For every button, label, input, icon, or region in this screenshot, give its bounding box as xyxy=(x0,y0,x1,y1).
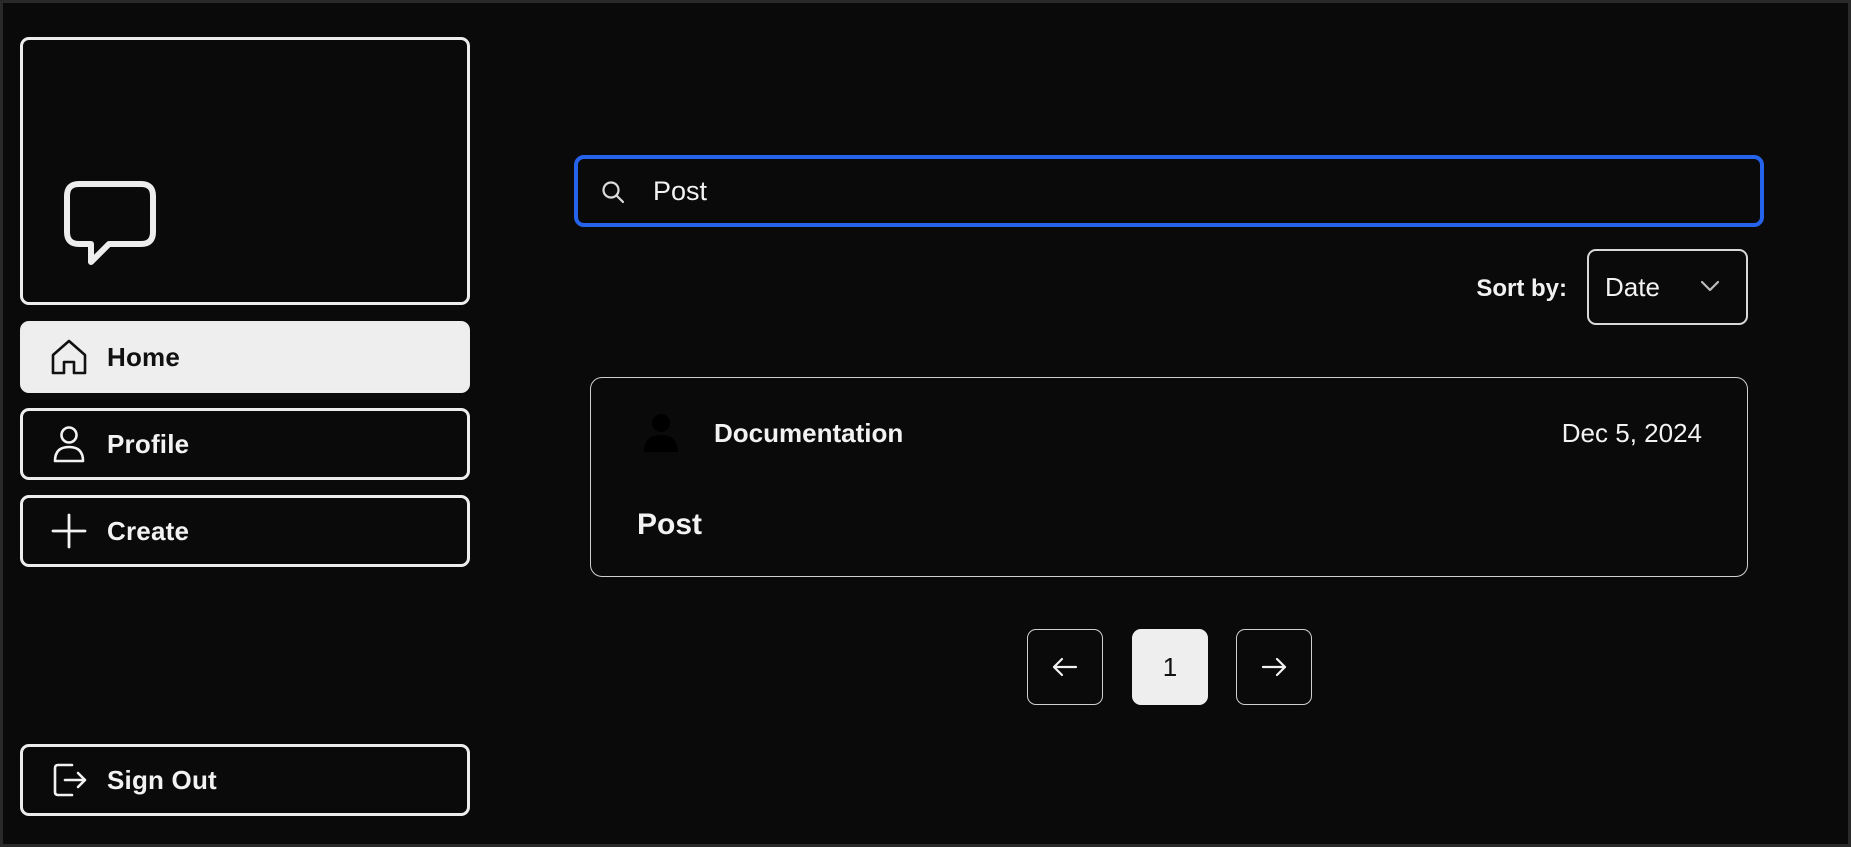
sidebar-item-profile[interactable]: Profile xyxy=(20,408,470,480)
sign-out-button[interactable]: Sign Out xyxy=(20,744,470,816)
page-number-label: 1 xyxy=(1162,651,1178,682)
previous-page-button[interactable] xyxy=(1027,629,1103,705)
post-author[interactable]: Documentation xyxy=(714,418,903,449)
search-input[interactable] xyxy=(653,171,1733,211)
sidebar-item-label: Home xyxy=(107,341,181,372)
plus-icon xyxy=(48,510,90,552)
sort-selected-value: Date xyxy=(1605,271,1660,302)
arrow-right-icon xyxy=(1261,657,1287,677)
sidebar-item-label: Profile xyxy=(107,428,190,459)
next-page-button[interactable] xyxy=(1236,629,1312,705)
chevron-down-icon xyxy=(1700,279,1720,298)
sidebar-item-home[interactable]: Home xyxy=(20,321,470,393)
sort-select[interactable]: Date xyxy=(1587,249,1748,325)
sidebar-item-label: Create xyxy=(107,515,190,546)
avatar xyxy=(641,412,681,459)
sidebar-item-create[interactable]: Create xyxy=(20,495,470,567)
sort-label: Sort by: xyxy=(1476,275,1567,302)
post-title[interactable]: Post xyxy=(637,508,702,542)
arrow-left-icon xyxy=(1052,657,1078,677)
chat-bubble-icon xyxy=(64,181,156,265)
app-window: Home Profile Create Sign Out Post Sort b… xyxy=(0,0,1851,847)
page-number-button[interactable]: 1 xyxy=(1132,629,1208,705)
post-date: Dec 5, 2024 xyxy=(1561,418,1702,448)
home-icon xyxy=(48,336,90,378)
search-icon xyxy=(600,179,626,210)
sign-out-label: Sign Out xyxy=(107,764,217,795)
logo-card xyxy=(20,37,470,305)
search-bar[interactable] xyxy=(574,155,1764,227)
post-card[interactable]: Documentation Dec 5, 2024 Post xyxy=(590,377,1748,577)
sign-out-icon xyxy=(48,759,90,801)
user-icon xyxy=(48,423,90,465)
